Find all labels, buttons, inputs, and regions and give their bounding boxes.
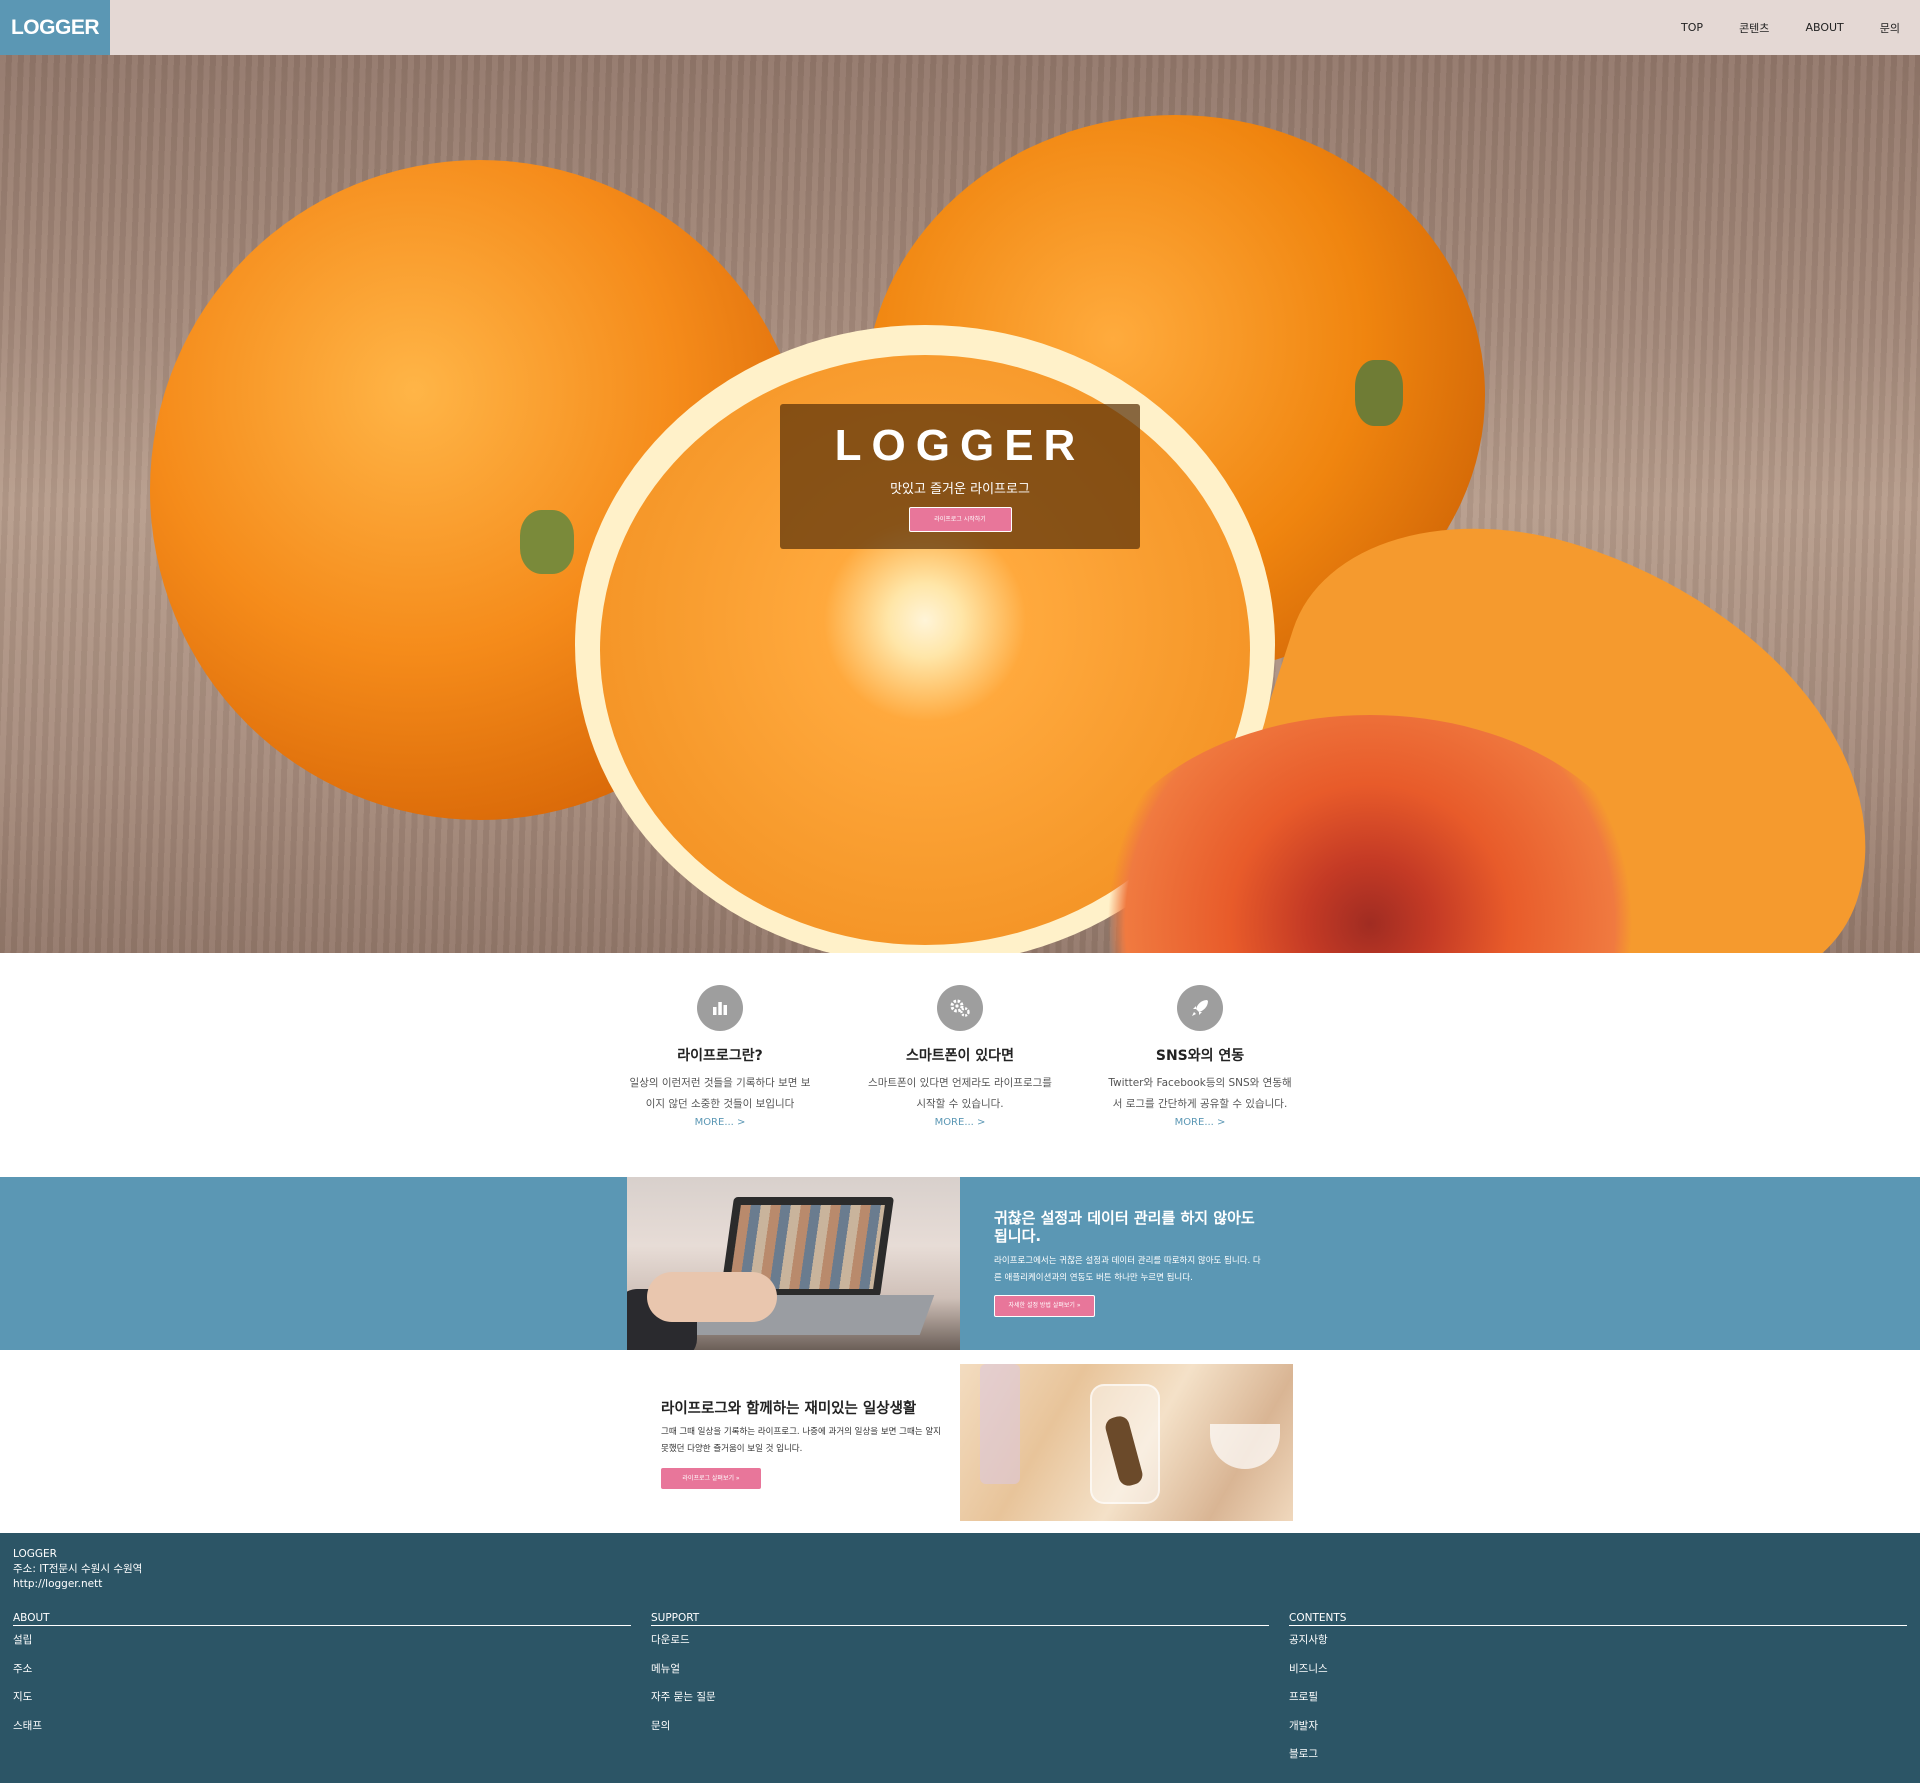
footer-link[interactable]: 개발자 — [1289, 1712, 1907, 1741]
footer-link[interactable]: 문의 — [651, 1712, 1269, 1741]
footer-link[interactable]: 지도 — [13, 1683, 631, 1712]
site-footer: LOGGER 주소: IT전문시 수원시 수원역 http://logger.n… — [0, 1533, 1920, 1783]
feature-more-link[interactable]: MORE... > — [865, 1117, 1055, 1128]
lifestyle-description: 그때 그때 일상을 기록하는 라이프로그. 나중에 과거의 일상을 보면 그때는… — [661, 1427, 941, 1454]
footer-column-title: ABOUT — [13, 1612, 631, 1626]
footer-link[interactable]: 비즈니스 — [1289, 1655, 1907, 1684]
explore-lifelog-button[interactable]: 라이프로그 살펴보기 » — [661, 1468, 761, 1489]
feature-more-link[interactable]: MORE... > — [1105, 1117, 1295, 1128]
site-logo[interactable]: LOGGER — [0, 0, 110, 55]
footer-column-contents: CONTENTS 공지사항 비즈니스 프로필 개발자 블로그 — [1289, 1612, 1907, 1769]
laptop-photo — [627, 1177, 960, 1350]
hero-section: LOGGER 맛있고 즐거운 라이프로그 라이프로그 시작하기 — [0, 55, 1920, 953]
hero-box: LOGGER 맛있고 즐거운 라이프로그 라이프로그 시작하기 — [780, 404, 1140, 549]
nav-contents[interactable]: 콘텐츠 — [1739, 20, 1769, 36]
footer-brand: LOGGER — [13, 1548, 57, 1560]
footer-link[interactable]: 메뉴얼 — [651, 1655, 1269, 1684]
footer-link[interactable]: 다운로드 — [651, 1626, 1269, 1655]
nav-contact[interactable]: 문의 — [1880, 20, 1900, 36]
site-header: LOGGER TOP 콘텐츠 ABOUT 문의 — [0, 0, 1920, 55]
footer-column-about: ABOUT 설립 주소 지도 스태프 — [13, 1612, 631, 1740]
settings-guide-button[interactable]: 자세한 설정 방법 살펴보기 » — [994, 1295, 1095, 1317]
footer-link[interactable]: 공지사항 — [1289, 1626, 1907, 1655]
lifestyle-title: 라이프로그와 함께하는 재미있는 일상생활 — [661, 1401, 917, 1417]
glass-flask — [980, 1364, 1020, 1484]
footer-link[interactable]: 프로필 — [1289, 1683, 1907, 1712]
footer-link[interactable]: 블로그 — [1289, 1740, 1907, 1769]
lifestyle-section: 라이프로그와 함께하는 재미있는 일상생활 그때 그때 일상을 기록하는 라이프… — [0, 1350, 1920, 1533]
orange-stem — [1355, 360, 1403, 426]
nav-about[interactable]: ABOUT — [1805, 21, 1843, 34]
footer-link[interactable]: 설립 — [13, 1626, 631, 1655]
band-text: 귀찮은 설정과 데이터 관리를 하지 않아도 됩니다. 라이프로그에서는 귀찮은… — [994, 1209, 1264, 1317]
feature-text: 스마트폰이 있다면 언제라도 라이프로그를 시작할 수 있습니다. — [868, 1077, 1052, 1110]
orange-stem — [520, 510, 574, 574]
rocket-icon — [1177, 985, 1223, 1031]
footer-link[interactable]: 자주 묻는 질문 — [651, 1683, 1269, 1712]
feature-card: 라이프로그란? 일상의 이런저런 것들을 기록하다 보면 보이지 않던 소중한 … — [625, 985, 815, 1128]
footer-address: 주소: IT전문시 수원시 수원역 — [13, 1563, 143, 1575]
nav-top[interactable]: TOP — [1681, 21, 1703, 34]
footer-link[interactable]: 주소 — [13, 1655, 631, 1684]
glass-jar — [1090, 1384, 1160, 1504]
glass-bowl — [1210, 1424, 1280, 1469]
feature-more-link[interactable]: MORE... > — [625, 1117, 815, 1128]
settings-band: 귀찮은 설정과 데이터 관리를 하지 않아도 됩니다. 라이프로그에서는 귀찮은… — [0, 1177, 1920, 1350]
band-title: 귀찮은 설정과 데이터 관리를 하지 않아도 됩니다. — [994, 1209, 1255, 1245]
features-section: 라이프로그란? 일상의 이런저런 것들을 기록하다 보면 보이지 않던 소중한 … — [0, 953, 1920, 1177]
typing-hand — [647, 1272, 777, 1322]
feature-text: 일상의 이런저런 것들을 기록하다 보면 보이지 않던 소중한 것들이 보입니다 — [629, 1077, 811, 1110]
footer-url[interactable]: http://logger.nett — [13, 1577, 142, 1592]
feature-title: 라이프로그란? — [677, 1048, 763, 1064]
feature-text: Twitter와 Facebook등의 SNS와 연동해서 로그를 간단하게 공… — [1108, 1077, 1292, 1110]
footer-link[interactable]: 스태프 — [13, 1712, 631, 1741]
band-description: 라이프로그에서는 귀찮은 설정과 데이터 관리를 따로하지 않아도 됩니다. 다… — [994, 1256, 1261, 1283]
dried-flower-jar-photo — [960, 1364, 1293, 1521]
main-nav: TOP 콘텐츠 ABOUT 문의 — [1645, 0, 1900, 55]
start-lifelog-button[interactable]: 라이프로그 시작하기 — [908, 507, 1012, 532]
hero-title: LOGGER — [834, 421, 1086, 470]
feature-title: SNS와의 연동 — [1155, 1048, 1245, 1064]
lifestyle-text: 라이프로그와 함께하는 재미있는 일상생활 그때 그때 일상을 기록하는 라이프… — [661, 1397, 951, 1489]
footer-column-title: CONTENTS — [1289, 1612, 1907, 1626]
footer-column-support: SUPPORT 다운로드 메뉴얼 자주 묻는 질문 문의 — [651, 1612, 1269, 1740]
gears-icon — [937, 985, 983, 1031]
feature-card: 스마트폰이 있다면 스마트폰이 있다면 언제라도 라이프로그를 시작할 수 있습… — [865, 985, 1055, 1128]
feature-card: SNS와의 연동 Twitter와 Facebook등의 SNS와 연동해서 로… — [1105, 985, 1295, 1128]
bar-chart-icon — [697, 985, 743, 1031]
hero-subtitle: 맛있고 즐거운 라이프로그 — [890, 482, 1030, 497]
footer-info: LOGGER 주소: IT전문시 수원시 수원역 http://logger.n… — [13, 1547, 142, 1592]
feature-title: 스마트폰이 있다면 — [906, 1048, 1014, 1064]
footer-column-title: SUPPORT — [651, 1612, 1269, 1626]
